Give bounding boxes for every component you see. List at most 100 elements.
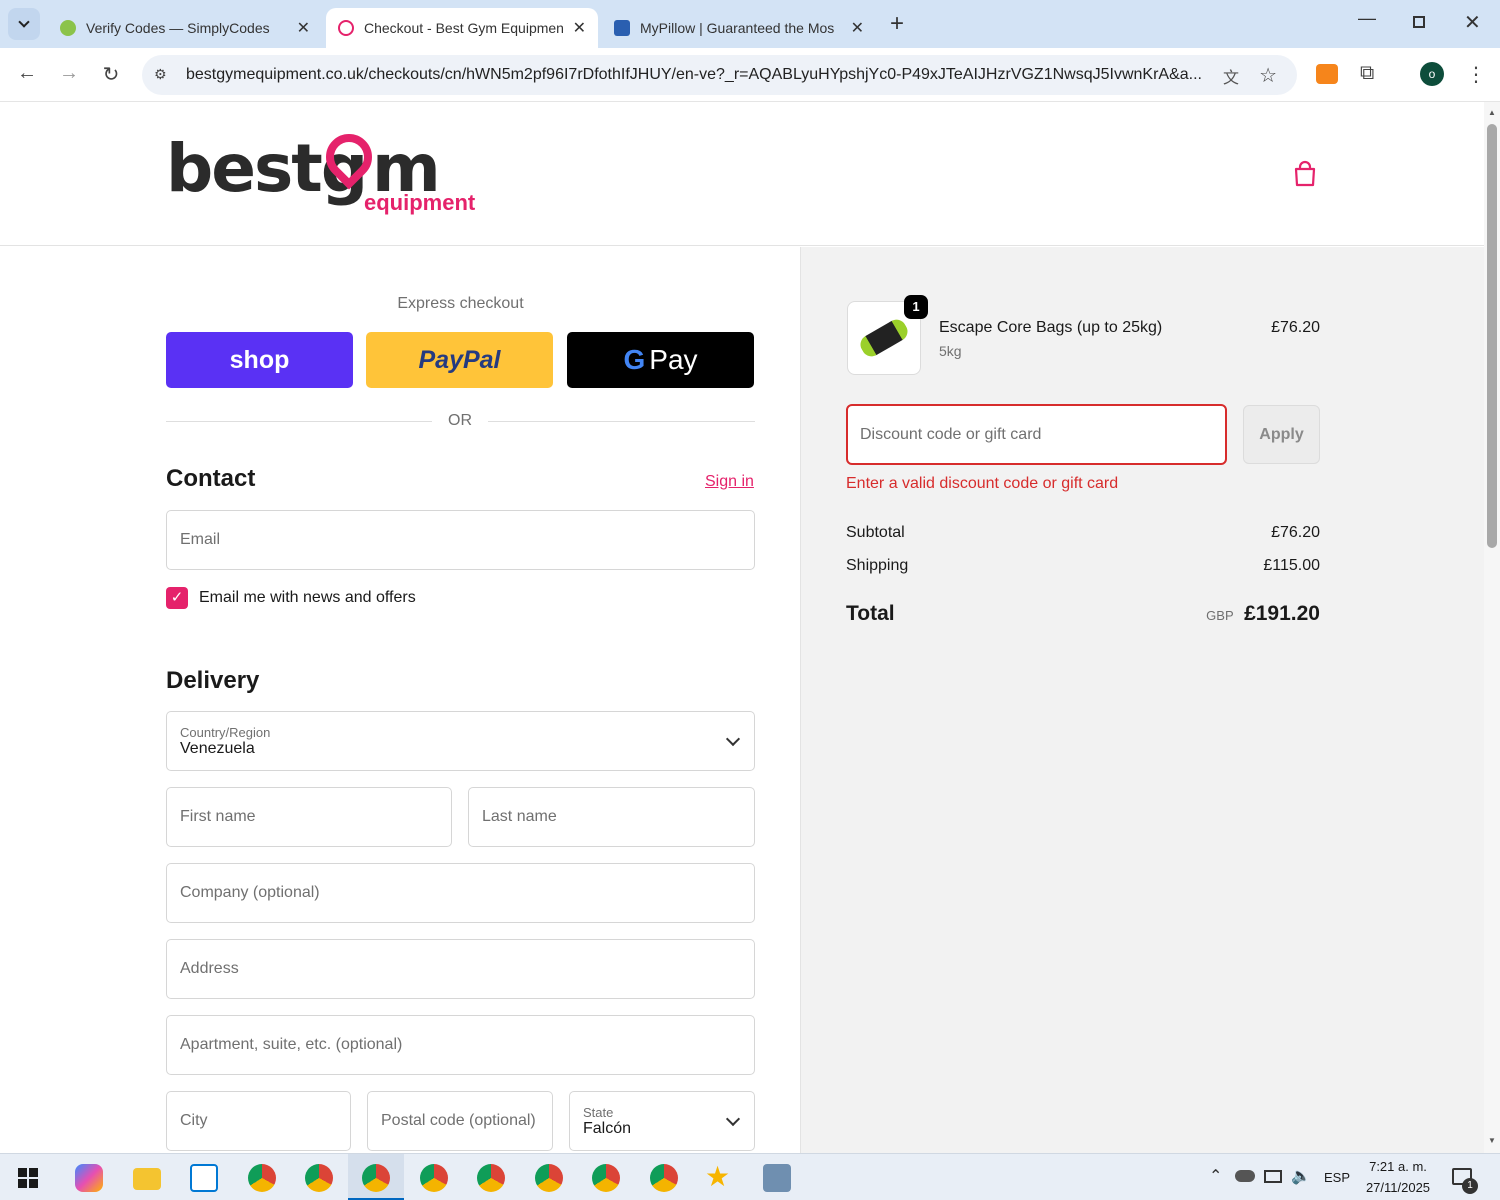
store-logo[interactable]: bestg m equipment bbox=[166, 124, 476, 220]
avatar[interactable]: o bbox=[1420, 62, 1444, 86]
checkout-form: Express checkout shop PayPal G Pay OR Co… bbox=[0, 247, 800, 1153]
contact-heading: Contact bbox=[166, 465, 256, 492]
url-text: bestgymequipment.co.uk/checkouts/cn/hWN5… bbox=[186, 66, 1202, 83]
page-scrollbar[interactable]: ▲ ▼ bbox=[1484, 102, 1500, 1153]
shipping-row: Shipping £115.00 bbox=[846, 557, 1320, 575]
scroll-down-arrow[interactable]: ▼ bbox=[1488, 1136, 1496, 1145]
copilot-icon[interactable] bbox=[75, 1164, 103, 1192]
sign-in-link[interactable]: Sign in bbox=[705, 473, 754, 491]
total-label: Total bbox=[846, 602, 895, 625]
subtotal-label: Subtotal bbox=[846, 524, 905, 541]
discount-code-field[interactable]: Discount code or gift card bbox=[846, 404, 1227, 465]
extensions-icon[interactable]: ⧉ bbox=[1360, 62, 1374, 85]
shop-pay-label: shop bbox=[229, 345, 290, 374]
simplycodes-icon bbox=[60, 20, 76, 36]
product-price: £76.20 bbox=[1271, 319, 1320, 336]
email-field[interactable]: Email bbox=[166, 510, 755, 570]
store-header: bestg m equipment bbox=[0, 102, 1484, 246]
chevron-down-icon bbox=[725, 1111, 741, 1127]
first-name-field[interactable]: First name bbox=[166, 787, 452, 847]
tab-title: Checkout - Best Gym Equipmen bbox=[364, 20, 564, 36]
star-app-icon[interactable]: ★ bbox=[705, 1160, 730, 1193]
city-field[interactable]: City bbox=[166, 1091, 351, 1151]
last-name-placeholder: Last name bbox=[482, 808, 557, 825]
country-label: Country/Region bbox=[180, 724, 271, 740]
newsletter-checkbox[interactable]: ✓ bbox=[166, 587, 188, 609]
company-placeholder: Company (optional) bbox=[180, 884, 320, 901]
new-tab-button[interactable]: + bbox=[890, 10, 904, 38]
tab-strip: Verify Codes — SimplyCodes ✕ Checkout - … bbox=[0, 0, 1500, 48]
state-select[interactable]: State Falcón bbox=[569, 1091, 755, 1151]
minimize-button[interactable]: — bbox=[1358, 8, 1376, 29]
last-name-field[interactable]: Last name bbox=[468, 787, 755, 847]
country-select[interactable]: Country/Region Venezuela bbox=[166, 711, 755, 771]
tab-title: MyPillow | Guaranteed the Mos bbox=[640, 20, 835, 36]
file-explorer-icon[interactable] bbox=[133, 1168, 161, 1190]
volume-icon[interactable]: 🔈 bbox=[1291, 1166, 1311, 1186]
onedrive-icon[interactable] bbox=[1235, 1170, 1255, 1182]
windows-start-icon[interactable] bbox=[18, 1168, 38, 1188]
address-field[interactable]: Address bbox=[166, 939, 755, 999]
company-field[interactable]: Company (optional) bbox=[166, 863, 755, 923]
tab-mypillow[interactable]: MyPillow | Guaranteed the Mos ✕ bbox=[602, 8, 876, 48]
chrome-profile-d2-icon[interactable] bbox=[477, 1164, 505, 1192]
tab-search-button[interactable] bbox=[8, 8, 40, 40]
apartment-field[interactable]: Apartment, suite, etc. (optional) bbox=[166, 1015, 755, 1075]
reload-icon[interactable]: ↻ bbox=[98, 62, 124, 87]
delivery-heading: Delivery bbox=[166, 667, 260, 694]
paypal-label: PayPal bbox=[418, 345, 501, 374]
apartment-placeholder: Apartment, suite, etc. (optional) bbox=[180, 1036, 403, 1053]
site-settings-icon[interactable]: ⚙ bbox=[154, 66, 167, 83]
tab-checkout[interactable]: Checkout - Best Gym Equipmen ✕ bbox=[326, 8, 598, 48]
or-label: OR bbox=[448, 412, 472, 429]
tab-simplycodes[interactable]: Verify Codes — SimplyCodes ✕ bbox=[48, 8, 322, 48]
back-icon[interactable]: ← bbox=[14, 62, 40, 85]
postal-code-field[interactable]: Postal code (optional) bbox=[367, 1091, 553, 1151]
product-variant: 5kg bbox=[939, 343, 962, 359]
close-tab-icon[interactable]: ✕ bbox=[297, 18, 310, 38]
chrome-profile-s3-icon[interactable] bbox=[592, 1164, 620, 1192]
translate-icon[interactable]: 文 bbox=[1223, 64, 1239, 88]
menu-icon[interactable]: ⋮ bbox=[1466, 62, 1486, 87]
close-tab-icon[interactable]: ✕ bbox=[573, 18, 586, 38]
language-indicator[interactable]: ESP bbox=[1324, 1170, 1350, 1185]
windows-taskbar: ★ ⌃ 🔈 ESP 7:21 a. m. 27/11/2025 1 bbox=[0, 1153, 1500, 1200]
chevron-down-icon bbox=[18, 16, 30, 28]
chevron-down-icon bbox=[725, 731, 741, 747]
store-icon[interactable] bbox=[190, 1164, 218, 1192]
country-value: Venezuela bbox=[180, 739, 255, 757]
chrome-profile-m-icon[interactable] bbox=[650, 1164, 678, 1192]
newsletter-checkbox-row[interactable]: ✓ Email me with news and offers bbox=[166, 587, 416, 609]
scroll-up-arrow[interactable]: ▲ bbox=[1488, 108, 1496, 117]
chrome-profile-e-icon[interactable] bbox=[535, 1164, 563, 1192]
clock-date[interactable]: 27/11/2025 bbox=[1360, 1180, 1436, 1195]
shop-pay-button[interactable]: shop bbox=[166, 332, 353, 388]
google-pay-button[interactable]: G Pay bbox=[567, 332, 754, 388]
bookmark-star-icon[interactable]: ☆ bbox=[1259, 63, 1277, 88]
restore-button[interactable] bbox=[1413, 16, 1425, 28]
close-window-button[interactable]: ✕ bbox=[1464, 10, 1481, 35]
chrome-profile-o-icon[interactable] bbox=[362, 1164, 390, 1192]
express-checkout-label: Express checkout bbox=[397, 295, 524, 312]
notification-count-badge: 1 bbox=[1462, 1178, 1478, 1194]
address-bar[interactable]: ⚙ bestgymequipment.co.uk/checkouts/cn/hW… bbox=[142, 55, 1297, 95]
core-bag-image bbox=[856, 315, 912, 361]
close-tab-icon[interactable]: ✕ bbox=[851, 18, 864, 38]
chrome-profile-s-icon[interactable] bbox=[248, 1164, 276, 1192]
network-icon[interactable] bbox=[1264, 1170, 1282, 1183]
metamask-icon[interactable] bbox=[1316, 64, 1338, 84]
paypal-button[interactable]: PayPal bbox=[366, 332, 553, 388]
apply-discount-button[interactable]: Apply bbox=[1243, 405, 1320, 464]
product-name: Escape Core Bags (up to 25kg) bbox=[939, 319, 1163, 336]
clock-time[interactable]: 7:21 a. m. bbox=[1360, 1159, 1436, 1174]
remote-desktop-icon[interactable] bbox=[763, 1164, 791, 1192]
chrome-profile-d-icon[interactable] bbox=[420, 1164, 448, 1192]
tray-overflow-icon[interactable]: ⌃ bbox=[1209, 1166, 1222, 1186]
cart-bag-icon[interactable] bbox=[1292, 160, 1318, 188]
scrollbar-thumb[interactable] bbox=[1487, 124, 1497, 548]
subtotal-value: £76.20 bbox=[1271, 524, 1320, 541]
order-summary: 1 Escape Core Bags (up to 25kg) 5kg £76.… bbox=[800, 247, 1484, 1153]
chrome-profile-s2-icon[interactable] bbox=[305, 1164, 333, 1192]
forward-icon[interactable]: → bbox=[56, 62, 82, 85]
logo-subtitle: equipment bbox=[364, 190, 476, 215]
